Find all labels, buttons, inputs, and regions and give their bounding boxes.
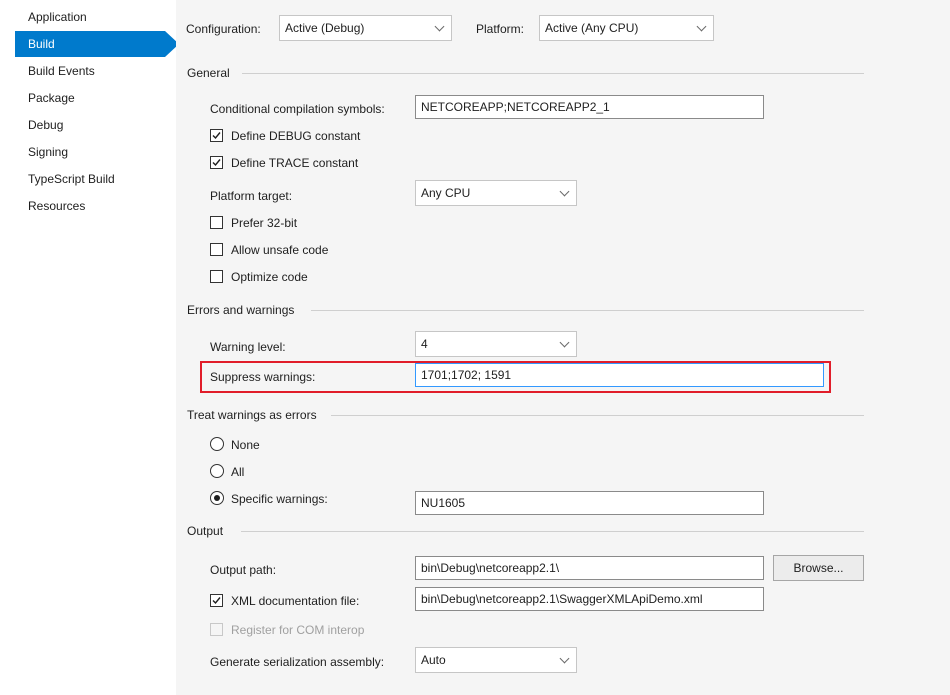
chevron-down-icon (559, 653, 570, 664)
treat-specific-label: Specific warnings: (231, 492, 328, 506)
sidebar-item-label: Resources (28, 199, 86, 213)
sidebar-item-label: Signing (28, 145, 69, 159)
optimize-code-checkbox[interactable] (210, 270, 223, 283)
platform-value: Active (Any CPU) (545, 21, 639, 35)
optimize-code-label: Optimize code (231, 270, 308, 284)
checkmark-icon (212, 132, 221, 140)
allow-unsafe-label: Allow unsafe code (231, 243, 329, 257)
allow-unsafe-checkbox[interactable] (210, 243, 223, 256)
xml-doc-label: XML documentation file: (231, 594, 360, 608)
sidebar-item-build[interactable]: Build (15, 31, 179, 57)
warning-level-dropdown[interactable]: 4 (415, 331, 577, 357)
sidebar-item-application[interactable]: Application (15, 4, 165, 30)
treat-all-label: All (231, 465, 245, 479)
conditional-symbols-input[interactable]: NETCOREAPP;NETCOREAPP2_1 (415, 95, 764, 119)
output-path-label: Output path: (210, 563, 277, 577)
section-header-treat-warnings: Treat warnings as errors (187, 408, 317, 422)
register-com-checkbox[interactable] (210, 623, 223, 636)
platform-dropdown[interactable]: Active (Any CPU) (539, 15, 714, 41)
prefer-32bit-checkbox[interactable] (210, 216, 223, 229)
register-com-label: Register for COM interop (231, 623, 365, 637)
sidebar-item-signing[interactable]: Signing (15, 139, 165, 165)
treat-none-radio[interactable] (210, 437, 224, 451)
warning-level-value: 4 (421, 337, 428, 351)
section-divider (311, 310, 864, 311)
checkmark-icon (212, 159, 221, 167)
specific-warnings-input[interactable]: NU1605 (415, 491, 764, 515)
sidebar-item-label: Build (28, 37, 55, 51)
sidebar-item-label: Package (28, 91, 75, 105)
build-settings-panel: Configuration: Active (Debug) Platform: … (176, 0, 950, 695)
sidebar-item-label: Build Events (28, 64, 95, 78)
platform-target-value: Any CPU (421, 186, 471, 200)
sidebar-item-label: TypeScript Build (28, 172, 115, 186)
generate-serialization-dropdown[interactable]: Auto (415, 647, 577, 673)
treat-none-label: None (231, 438, 260, 452)
output-path-input[interactable]: bin\Debug\netcoreapp2.1\ (415, 556, 764, 580)
define-trace-label: Define TRACE constant (231, 156, 359, 170)
generate-serialization-label: Generate serialization assembly: (210, 655, 385, 669)
warning-level-label: Warning level: (210, 340, 286, 354)
section-header-output: Output (187, 524, 224, 538)
section-header-errors-warnings: Errors and warnings (187, 303, 295, 317)
treat-all-radio[interactable] (210, 464, 224, 478)
sidebar-item-label: Debug (28, 118, 64, 132)
chevron-down-icon (559, 186, 570, 197)
define-debug-checkbox[interactable] (210, 129, 223, 142)
chevron-down-icon (696, 21, 707, 32)
xml-doc-input[interactable]: bin\Debug\netcoreapp2.1\SwaggerXMLApiDem… (415, 587, 764, 611)
configuration-value: Active (Debug) (285, 21, 365, 35)
section-divider (241, 531, 864, 532)
configuration-label: Configuration: (186, 22, 261, 36)
platform-label: Platform: (476, 22, 525, 36)
define-trace-checkbox[interactable] (210, 156, 223, 169)
browse-button[interactable]: Browse... (773, 555, 864, 581)
sidebar-item-debug[interactable]: Debug (15, 112, 165, 138)
prefer-32bit-label: Prefer 32-bit (231, 216, 298, 230)
sidebar-item-package[interactable]: Package (15, 85, 165, 111)
checkmark-icon (212, 597, 221, 605)
platform-target-dropdown[interactable]: Any CPU (415, 180, 577, 206)
treat-specific-radio[interactable] (210, 491, 224, 505)
sidebar-item-label: Application (28, 10, 87, 24)
radio-selected-dot-icon (214, 495, 220, 501)
sidebar-item-resources[interactable]: Resources (15, 193, 165, 219)
sidebar-item-build-events[interactable]: Build Events (15, 58, 165, 84)
sidebar-item-typescript-build[interactable]: TypeScript Build (15, 166, 165, 192)
define-debug-label: Define DEBUG constant (231, 129, 361, 143)
chevron-down-icon (434, 21, 445, 32)
generate-serialization-value: Auto (421, 653, 446, 667)
chevron-down-icon (559, 337, 570, 348)
section-divider (331, 415, 864, 416)
conditional-symbols-label: Conditional compilation symbols: (210, 102, 385, 116)
highlight-box (200, 361, 831, 393)
platform-target-label: Platform target: (210, 189, 293, 203)
xml-doc-checkbox[interactable] (210, 594, 223, 607)
configuration-dropdown[interactable]: Active (Debug) (279, 15, 452, 41)
section-divider (242, 73, 864, 74)
section-header-general: General (187, 66, 230, 80)
